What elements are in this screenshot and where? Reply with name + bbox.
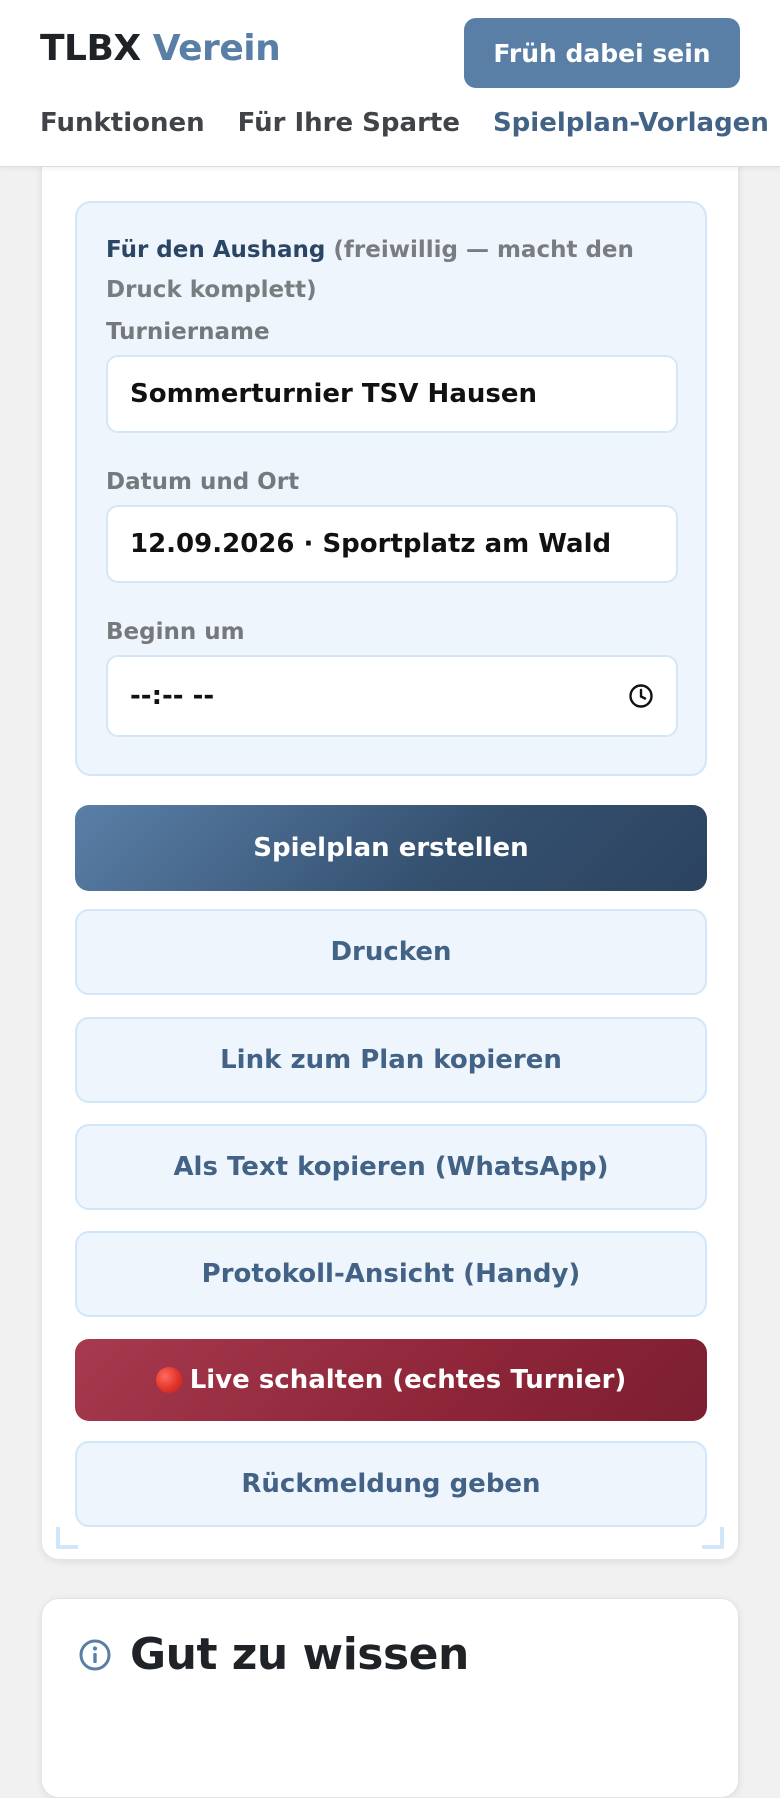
info-icon [78, 1638, 112, 1672]
live-dot-icon [155, 1367, 182, 1393]
beginn-label: Beginn um [106, 619, 245, 645]
info-card-title-text: Gut zu wissen [130, 1629, 469, 1680]
aushang-heading: Für den Aushang (freiwillig — macht den … [106, 230, 686, 310]
feedback-button[interactable]: Rückmeldung geben [75, 1441, 707, 1527]
site-header: TLBX Verein Früh dabei sein Funktionen F… [0, 0, 780, 167]
info-card-title: Gut zu wissen [78, 1629, 469, 1680]
datum-ort-input[interactable]: 12.09.2026 · Sportplatz am Wald [106, 505, 678, 583]
create-plan-button[interactable]: Spielplan erstellen [75, 805, 707, 891]
planner-card: Für den Aushang (freiwillig — macht den … [41, 140, 739, 1560]
print-button[interactable]: Drucken [75, 909, 707, 995]
datum-ort-value: 12.09.2026 · Sportplatz am Wald [130, 529, 612, 559]
aushang-heading-lead: Für den Aushang [106, 237, 326, 263]
frame-corner-left [56, 1527, 78, 1549]
brand-logo[interactable]: TLBX Verein [40, 28, 281, 69]
nav-item-spielplan-vorlagen[interactable]: Spielplan-Vorlagen [493, 108, 769, 138]
beginn-value: --:-- -- [130, 681, 215, 711]
brand-main: TLBX [40, 28, 141, 69]
copy-link-button[interactable]: Link zum Plan kopieren [75, 1017, 707, 1103]
aushang-panel: Für den Aushang (freiwillig — macht den … [75, 201, 707, 776]
turniername-value: Sommerturnier TSV Hausen [130, 379, 537, 409]
go-live-button[interactable]: Live schalten (echtes Turnier) [75, 1339, 707, 1421]
frame-corner-right [702, 1527, 724, 1549]
turniername-label: Turniername [106, 319, 270, 345]
info-card: Gut zu wissen [41, 1598, 739, 1798]
early-access-button[interactable]: Früh dabei sein [464, 18, 740, 88]
beginn-time-input[interactable]: --:-- -- [106, 655, 678, 737]
nav-item-funktionen[interactable]: Funktionen [40, 108, 205, 138]
nav-item-sparte[interactable]: Für Ihre Sparte [238, 108, 460, 138]
turniername-input[interactable]: Sommerturnier TSV Hausen [106, 355, 678, 433]
datum-ort-label: Datum und Ort [106, 469, 300, 495]
clock-icon[interactable] [628, 683, 654, 709]
protocol-view-button[interactable]: Protokoll-Ansicht (Handy) [75, 1231, 707, 1317]
go-live-label: Live schalten (echtes Turnier) [189, 1365, 627, 1395]
copy-text-button[interactable]: Als Text kopieren (WhatsApp) [75, 1124, 707, 1210]
brand-accent: Verein [152, 28, 281, 69]
main-nav: Funktionen Für Ihre Sparte Spielplan-Vor… [40, 108, 769, 138]
